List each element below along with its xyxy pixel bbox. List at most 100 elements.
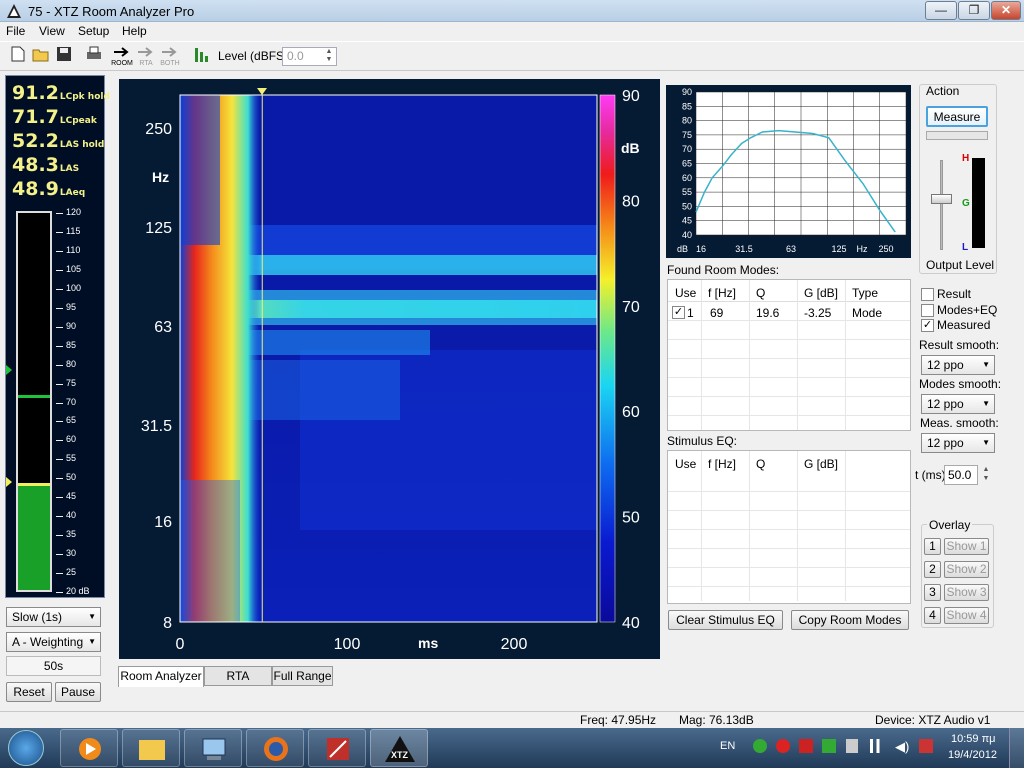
x-unit-label: ms	[418, 635, 438, 651]
clock-time[interactable]: 10:59 πμ	[951, 733, 996, 745]
table-column-divider	[701, 280, 702, 430]
result-smooth-select[interactable]: 12 ppo ▼	[921, 355, 995, 375]
show-desktop-button[interactable]	[1009, 728, 1024, 768]
overlay-show-button[interactable]: Show 4	[944, 607, 989, 624]
taskbar-network[interactable]	[184, 729, 242, 767]
utorrent-icon[interactable]	[753, 739, 767, 753]
taskbar-xtz[interactable]: XTZ	[370, 729, 428, 767]
notification-icon[interactable]	[919, 739, 933, 753]
pdf-icon[interactable]	[799, 739, 813, 753]
table-gridline	[668, 567, 910, 568]
clock-date[interactable]: 19/4/2012	[948, 749, 997, 761]
modes-eq-checkbox[interactable]	[921, 304, 934, 317]
measure-button[interactable]: Measure	[926, 106, 988, 127]
level-h-label: H	[962, 153, 970, 164]
overlay-slot-button[interactable]: 2	[924, 561, 941, 578]
time-marker-handle-icon[interactable]	[257, 88, 267, 95]
meas-smooth-value: 12 ppo	[927, 436, 964, 450]
table-gridline	[668, 510, 910, 511]
volume-icon[interactable]: ◀)	[895, 739, 909, 755]
level-l-label: L	[962, 242, 969, 253]
table-gridline	[668, 548, 910, 549]
y-tick-label: 250	[145, 121, 172, 138]
modes-smooth-select[interactable]: 12 ppo ▼	[921, 394, 995, 414]
overlay-show-button[interactable]: Show 2	[944, 561, 989, 578]
taskbar-app[interactable]	[308, 729, 366, 767]
room-modes-title: Found Room Modes:	[667, 263, 780, 277]
row-use-checkbox[interactable]: ✓	[672, 306, 685, 319]
overlay-title: Overlay	[927, 518, 973, 532]
clear-stimulus-eq-button[interactable]: Clear Stimulus EQ	[668, 610, 783, 630]
col-gain: G [dB]	[804, 286, 839, 300]
taskbar-firefox[interactable]	[246, 729, 304, 767]
fr-y-tick-label: 90	[682, 87, 692, 97]
meas-smooth-select[interactable]: 12 ppo ▼	[921, 433, 995, 453]
y-tick-label: 16	[154, 514, 172, 531]
t-label: t (ms)	[915, 468, 946, 482]
y-tick-label: 125	[145, 220, 172, 237]
y-tick-label: 63	[154, 319, 172, 336]
modes-smooth-value: 12 ppo	[927, 397, 964, 411]
taskbar: XTZ EN ◀) 10:59 πμ 19/4/2012	[0, 728, 1024, 768]
language-indicator[interactable]: EN	[720, 740, 735, 752]
colorbar-unit-label: dB	[621, 140, 640, 156]
overlay-slot-button[interactable]: 1	[924, 538, 941, 555]
colorbar-tick-label: 40	[622, 615, 640, 632]
stimulus-eq-table[interactable]: Use f [Hz] Q G [dB]	[667, 450, 911, 604]
overlay-slot-button[interactable]: 4	[924, 607, 941, 624]
copy-room-modes-button[interactable]: Copy Room Modes	[791, 610, 909, 630]
room-modes-table[interactable]: Use f [Hz] Q G [dB] Type ✓ 1 69 19.6 -3.…	[667, 279, 911, 431]
fr-y-tick-label: 55	[682, 187, 692, 197]
col-q: Q	[756, 457, 766, 471]
fr-y-tick-label: 80	[682, 116, 692, 126]
x-tick-label: 0	[176, 636, 185, 653]
fr-x-tick-label: 63	[786, 244, 796, 254]
start-button[interactable]	[8, 730, 44, 766]
overlay-slot-button[interactable]: 3	[924, 584, 941, 601]
row-gain: -3.25	[804, 306, 832, 320]
stimulus-eq-title: Stimulus EQ:	[667, 434, 738, 448]
chevron-down-icon: ▼	[982, 438, 990, 447]
table-gridline	[668, 396, 910, 397]
y-tick-label: 8	[163, 615, 172, 632]
fr-x-tick-label: Hz	[857, 244, 868, 254]
output-level-track	[940, 160, 943, 250]
output-level-meter	[972, 158, 985, 248]
taskbar-xtz-label: XTZ	[391, 750, 408, 760]
result-checkbox[interactable]	[921, 288, 934, 301]
table-gridline	[668, 586, 910, 587]
action-title: Action	[926, 84, 960, 98]
status-freq: Freq: 47.95Hz	[580, 713, 657, 727]
fr-y-tick-label: 65	[682, 159, 692, 169]
taskbar-media-player[interactable]	[60, 729, 118, 767]
opera-icon[interactable]	[776, 739, 790, 753]
col-use: Use	[675, 457, 697, 471]
col-q: Q	[756, 286, 766, 300]
network-icon[interactable]	[870, 739, 886, 753]
spectrogram-heatmap	[180, 95, 597, 622]
colorbar-tick-label: 50	[622, 510, 640, 527]
t-spinner[interactable]: ▲ ▼	[979, 465, 993, 485]
fr-x-tick-label: 250	[878, 244, 893, 254]
result-smooth-value: 12 ppo	[927, 358, 964, 372]
tab-rta[interactable]: RTA	[204, 666, 272, 686]
overlay-show-button[interactable]: Show 3	[944, 584, 989, 601]
fr-y-tick-label: 50	[682, 201, 692, 211]
fr-y-tick-label: 70	[682, 144, 692, 154]
output-level-slider[interactable]	[931, 194, 952, 204]
taskbar-explorer[interactable]	[122, 729, 180, 767]
device-icon[interactable]	[846, 739, 858, 753]
table-column-divider	[797, 451, 798, 601]
modes-eq-label: Modes+EQ	[937, 303, 998, 317]
security-icon[interactable]	[822, 739, 836, 753]
tab-full-range[interactable]: Full Range	[272, 666, 333, 686]
tab-room-analyzer[interactable]: Room Analyzer	[118, 666, 204, 687]
status-bar: Freq: 47.95Hz Mag: 76.13dB Device: XTZ A…	[0, 711, 1024, 728]
measure-progress	[926, 131, 988, 140]
measured-checkbox[interactable]: ✓	[921, 319, 934, 332]
measured-label: Measured	[937, 318, 991, 332]
t-input[interactable]: 50.0	[944, 465, 978, 485]
overlay-show-button[interactable]: Show 1	[944, 538, 989, 555]
colorbar-tick-label: 80	[622, 193, 640, 210]
table-row[interactable]: ✓ 1 69 19.6 -3.25 Mode	[668, 302, 910, 321]
